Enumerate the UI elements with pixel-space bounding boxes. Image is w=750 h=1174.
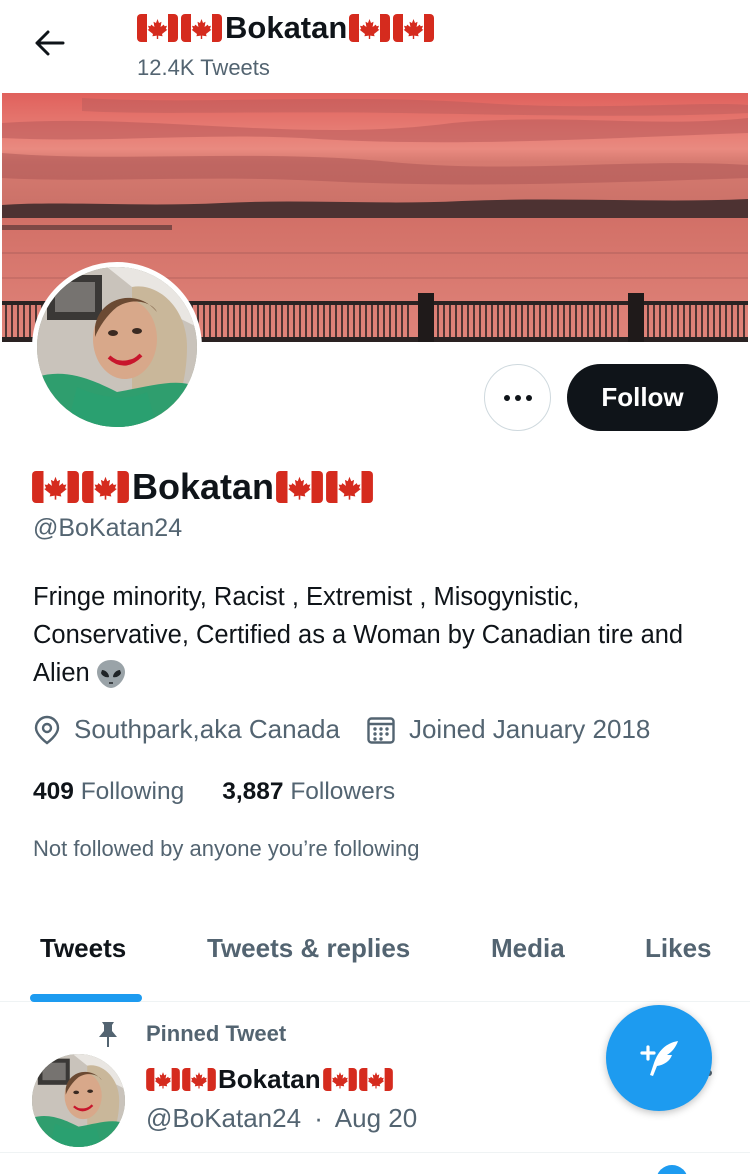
tweet-date[interactable]: Aug 20: [335, 1103, 417, 1133]
divider: [0, 1152, 750, 1153]
tweet-author-name[interactable]: Bokatan: [146, 1064, 395, 1095]
arrow-left-icon: [35, 30, 65, 56]
canada-flag-icon: [276, 471, 323, 503]
canada-flag-icon: [323, 1068, 357, 1091]
profile-display-name: Bokatan: [32, 466, 376, 508]
canada-flag-icon: [32, 471, 79, 503]
bio-text: Fringe minority, Racist , Extremist , Mi…: [33, 583, 684, 687]
canada-flag-icon: [349, 14, 390, 42]
profile-bio: Fringe minority, Racist , Extremist , Mi…: [33, 578, 723, 692]
tweet-author-handle: @BoKatan24: [146, 1103, 302, 1133]
active-tab-indicator: [30, 994, 142, 1002]
canada-flag-icon: [393, 14, 434, 42]
location-item: Southpark,aka Canada: [33, 714, 340, 745]
partial-blue-badge: [656, 1165, 688, 1174]
canada-flag-icon: [137, 14, 178, 42]
tab-tweets-replies[interactable]: Tweets & replies: [207, 933, 410, 964]
profile-handle: @BoKatan24: [33, 514, 183, 542]
pinned-label: Pinned Tweet: [146, 1021, 287, 1046]
header-name: Bokatan: [225, 10, 348, 45]
tab-media[interactable]: Media: [491, 933, 565, 964]
alien-icon: [96, 658, 126, 690]
following-count: 409: [33, 778, 74, 805]
canada-flag-icon: [326, 471, 373, 503]
tweet-meta: @BoKatan24 · Aug 20: [146, 1103, 417, 1134]
canada-flag-icon: [181, 14, 222, 42]
mutual-followers-note: Not followed by anyone you’re following: [33, 836, 420, 861]
header-title: Bokatan: [137, 10, 437, 46]
profile-avatar[interactable]: [32, 262, 202, 432]
location-pin-icon: [34, 715, 60, 744]
top-bar: Bokatan 12.4K Tweets: [0, 0, 750, 90]
header-tweet-count: 12.4K Tweets: [137, 55, 270, 80]
following-label: Following: [80, 778, 185, 805]
pushpin-icon: [99, 1022, 117, 1047]
followers-label: Followers: [290, 778, 396, 805]
profile-tabs: Tweets Tweets & replies Media Likes: [0, 905, 750, 1002]
tweet-author-name-text: Bokatan: [218, 1064, 321, 1094]
canada-flag-icon: [82, 471, 129, 503]
tab-tweets[interactable]: Tweets: [40, 933, 126, 964]
more-options-button[interactable]: [484, 364, 551, 431]
joined-item: Joined January 2018: [366, 714, 650, 745]
follow-button[interactable]: Follow: [567, 364, 718, 431]
location-text: Southpark,aka Canada: [74, 714, 340, 744]
tweet-separator: ·: [314, 1103, 323, 1133]
canada-flag-icon: [359, 1068, 393, 1091]
tab-likes[interactable]: Likes: [645, 933, 712, 964]
calendar-icon: [367, 716, 395, 744]
back-button[interactable]: [30, 25, 70, 61]
more-horizontal-icon: [503, 394, 532, 401]
tweet-author-avatar[interactable]: [32, 1054, 125, 1147]
following-link[interactable]: 409 Following: [33, 778, 184, 806]
follow-stats: 409 Following 3,887 Followers: [33, 778, 395, 806]
joined-text: Joined January 2018: [408, 714, 651, 744]
followers-count: 3,887: [222, 778, 284, 805]
compose-feather-icon: [640, 1041, 678, 1076]
compose-tweet-button[interactable]: [606, 1005, 712, 1111]
canada-flag-icon: [182, 1068, 216, 1091]
profile-meta: Southpark,aka Canada Joined January 2018: [33, 714, 650, 745]
canada-flag-icon: [146, 1068, 180, 1091]
display-name-text: Bokatan: [132, 466, 275, 507]
followers-link[interactable]: 3,887 Followers: [222, 778, 395, 806]
pinned-indicator: Pinned Tweet: [97, 1020, 286, 1048]
